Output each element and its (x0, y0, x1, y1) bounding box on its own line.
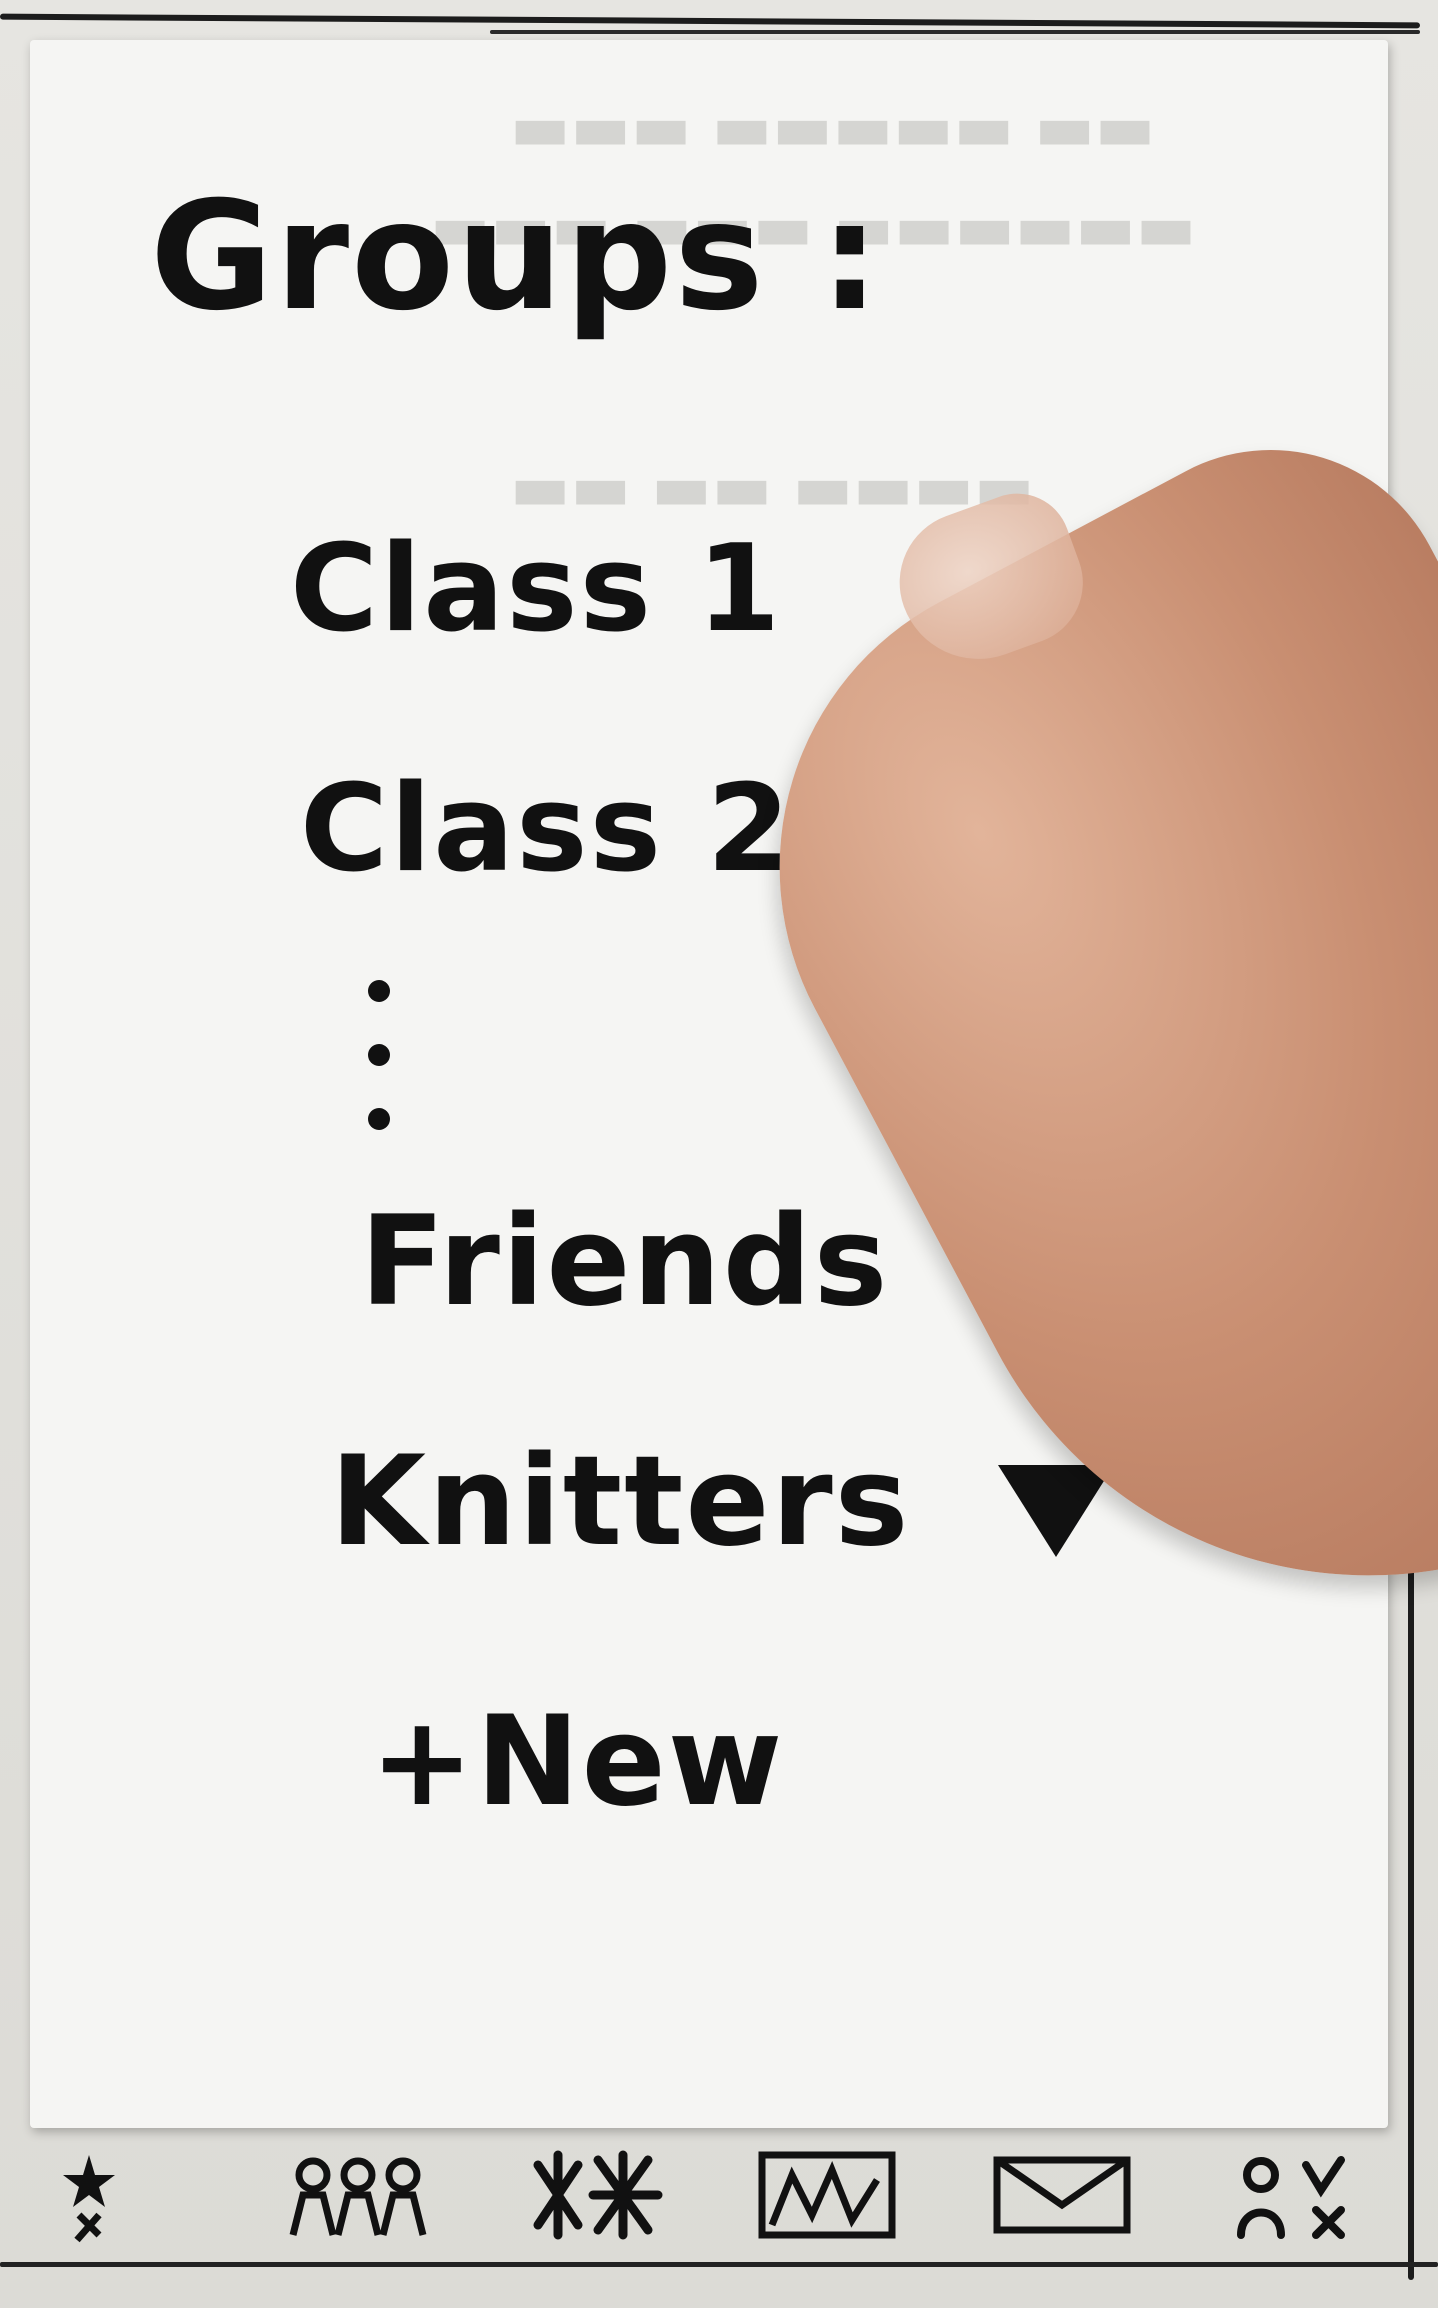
knitting-icon (533, 2150, 663, 2240)
star-person-icon (63, 2155, 115, 2243)
ellipsis-dot (368, 980, 390, 1002)
map-icon (758, 2151, 896, 2239)
knitters-dropdown-icon[interactable] (998, 1465, 1114, 1557)
group-item-friends[interactable]: Friends (360, 1190, 889, 1334)
new-group-button[interactable]: +New (370, 1690, 784, 1834)
ellipsis-dot (368, 1044, 390, 1066)
group-people-icon (289, 2157, 427, 2236)
tab-favorites[interactable] (34, 2140, 214, 2250)
page-title: Groups : (150, 170, 882, 344)
more-items-ellipsis (368, 980, 392, 1172)
tab-groups[interactable] (268, 2140, 448, 2250)
tab-map[interactable] (737, 2140, 917, 2250)
group-item-class-2[interactable]: Class 2 (300, 760, 792, 899)
tab-messages[interactable] (972, 2140, 1152, 2250)
tab-profile[interactable] (1206, 2140, 1386, 2250)
tab-knitting[interactable] (503, 2140, 683, 2250)
profile-settings-icon (1236, 2156, 1345, 2239)
group-item-knitters[interactable]: Knitters (330, 1430, 910, 1574)
group-item-class-1[interactable]: Class 1 (290, 520, 782, 659)
bleed-through-background: ▬▬▬ ▬▬▬▬▬ ▬▬ (510, 100, 1156, 174)
phone-frame-bottom (0, 2262, 1438, 2267)
ellipsis-dot (368, 1108, 390, 1130)
mail-icon (993, 2156, 1131, 2234)
phone-frame-top-inner (490, 30, 1420, 34)
bottom-tab-bar (20, 2130, 1400, 2260)
